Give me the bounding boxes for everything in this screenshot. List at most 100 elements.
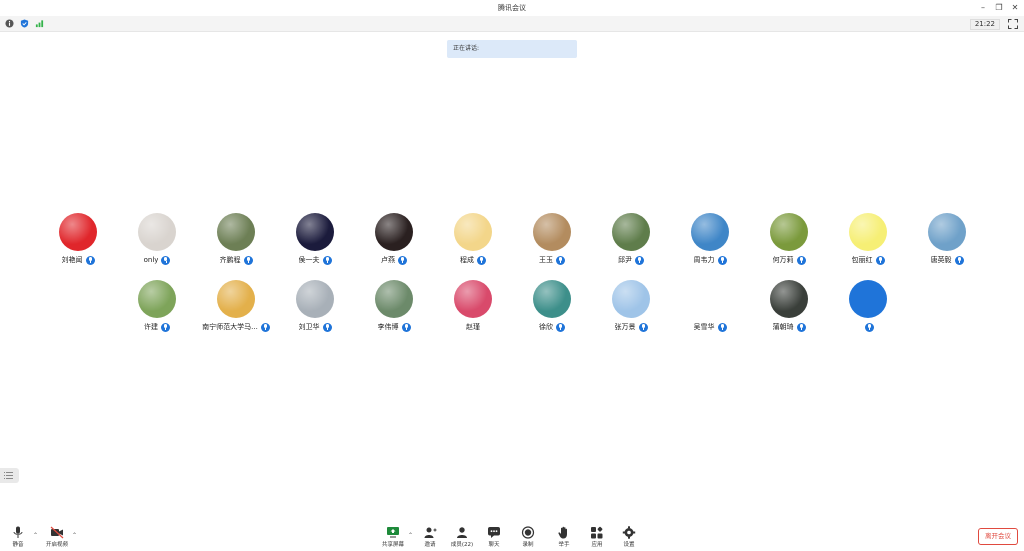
participant-tile[interactable]: 包丽红 (828, 213, 908, 273)
apps-button[interactable]: 应用 (585, 526, 609, 550)
participant-tile[interactable]: 徐欣 (512, 280, 592, 340)
participant-name: 卢燕 (381, 256, 395, 264)
avatar (217, 280, 255, 318)
microphone-status-icon (796, 255, 806, 265)
mute-options-chevron[interactable]: ⌃ (33, 532, 38, 539)
info-icon[interactable] (5, 19, 14, 28)
hand-icon (558, 526, 567, 539)
participant-name: 刘卫华 (298, 323, 320, 331)
participant-tile[interactable]: 邱尹 (591, 213, 671, 273)
restore-button[interactable]: ❐ (994, 2, 1004, 13)
participant-tile[interactable]: 何万莉 (749, 213, 829, 273)
participant-tile[interactable]: 赵瑾 (433, 280, 513, 340)
participant-name-row: 许建 (117, 321, 197, 333)
fullscreen-icon[interactable] (1008, 19, 1018, 29)
avatar (296, 280, 334, 318)
participant-tile[interactable]: 卢燕 (354, 213, 434, 273)
video-button[interactable]: 开启视频 (42, 526, 72, 550)
participant-name: 蒲朝琦 (772, 323, 794, 331)
close-button[interactable]: ✕ (1010, 2, 1020, 13)
microphone-status-icon (717, 322, 727, 332)
gear-icon (622, 526, 636, 539)
microphone-status-icon (243, 255, 253, 265)
participant-name: 张万景 (614, 323, 636, 331)
settings-button[interactable]: 设置 (617, 526, 641, 550)
participant-name-row: 徐欣 (512, 321, 592, 333)
leave-meeting-button[interactable]: 离开会议 (978, 528, 1018, 545)
participant-name-row: 何万莉 (749, 254, 829, 266)
shield-icon[interactable] (20, 19, 29, 28)
speaking-indicator: 正在讲话: (447, 40, 577, 58)
participant-name: 唐英毅 (930, 256, 952, 264)
participant-tile[interactable]: 李伟博 (354, 280, 434, 340)
meeting-clock: 21:22 (969, 19, 1000, 30)
participant-tile[interactable]: 蒲朝琦 (749, 280, 829, 340)
avatar (849, 280, 887, 318)
microphone-status-icon (717, 255, 727, 265)
participant-tile[interactable]: 周韦力 (670, 213, 750, 273)
participant-name: 李伟博 (377, 323, 399, 331)
microphone-status-icon (954, 255, 964, 265)
mute-button[interactable]: 静音 (6, 526, 30, 550)
list-view-button[interactable] (0, 468, 19, 483)
participant-name-row: 包丽红 (828, 254, 908, 266)
microphone-status-icon (401, 322, 411, 332)
participant-tile[interactable]: 吴雪华 (670, 280, 750, 340)
avatar (59, 213, 97, 251)
microphone-status-icon (638, 322, 648, 332)
avatar (533, 280, 571, 318)
avatar (217, 213, 255, 251)
minimize-button[interactable]: – (978, 2, 988, 13)
participant-tile[interactable]: 王玉 (512, 213, 592, 273)
avatar (375, 213, 413, 251)
participant-name: 程成 (460, 256, 474, 264)
video-options-chevron[interactable]: ⌃ (72, 532, 77, 539)
participant-tile[interactable]: 齐鹏程 (196, 213, 276, 273)
avatar (375, 280, 413, 318)
share-screen-button[interactable]: 共享屏幕 (378, 526, 408, 550)
participant-name-row: 南宁师范大学马... (196, 321, 276, 333)
avatar (454, 280, 492, 318)
members-button[interactable]: 成员(22) (448, 526, 476, 550)
participant-tile[interactable]: 程成 (433, 213, 513, 273)
participant-name-row: 齐鹏程 (196, 254, 276, 266)
microphone-status-icon (161, 322, 170, 332)
participant-name-row: only (117, 254, 197, 266)
list-icon (4, 472, 13, 479)
participant-tile[interactable]: 许建 (117, 280, 197, 340)
microphone-icon (13, 526, 23, 538)
participant-name: 包丽红 (851, 256, 873, 264)
avatar (138, 213, 176, 251)
bottom-toolbar: 静音 ⌃ 开启视频 ⌃ 共享屏幕 ⌃ 邀请 成员(22) 聊天 录制 举手 应用… (0, 522, 1024, 551)
microphone-status-icon (796, 322, 806, 332)
participant-name: 何万莉 (772, 256, 794, 264)
record-icon (521, 526, 535, 539)
signal-icon[interactable] (35, 19, 44, 28)
avatar (612, 280, 650, 318)
participant-name-row: 邱尹 (591, 254, 671, 266)
meeting-info-bar: 21:22 (0, 16, 1024, 32)
chat-button[interactable]: 聊天 (482, 526, 506, 550)
invite-button[interactable]: 邀请 (418, 526, 442, 550)
raise-hand-button[interactable]: 举手 (552, 526, 576, 550)
avatar (454, 213, 492, 251)
participant-tile[interactable]: only (117, 213, 197, 273)
participant-tile[interactable]: 唐英毅 (907, 213, 987, 273)
participant-name-row: 吴雪华 (670, 321, 750, 333)
participant-name: only (143, 256, 159, 264)
participant-tile[interactable] (828, 280, 908, 340)
participant-name-row: 刘卫华 (275, 321, 355, 333)
participant-tile[interactable]: 侯一夫 (275, 213, 355, 273)
participant-tile[interactable]: 刘艳闻 (38, 213, 118, 273)
members-icon (457, 527, 467, 538)
avatar (928, 213, 966, 251)
microphone-status-icon (322, 255, 332, 265)
participant-name: 邱尹 (618, 256, 632, 264)
participant-tile[interactable]: 南宁师范大学马... (196, 280, 276, 340)
participant-tile[interactable]: 张万景 (591, 280, 671, 340)
participant-tile[interactable]: 刘卫华 (275, 280, 355, 340)
avatar-initials (849, 280, 887, 318)
avatar (612, 213, 650, 251)
share-options-chevron[interactable]: ⌃ (408, 532, 413, 539)
record-button[interactable]: 录制 (516, 526, 540, 550)
